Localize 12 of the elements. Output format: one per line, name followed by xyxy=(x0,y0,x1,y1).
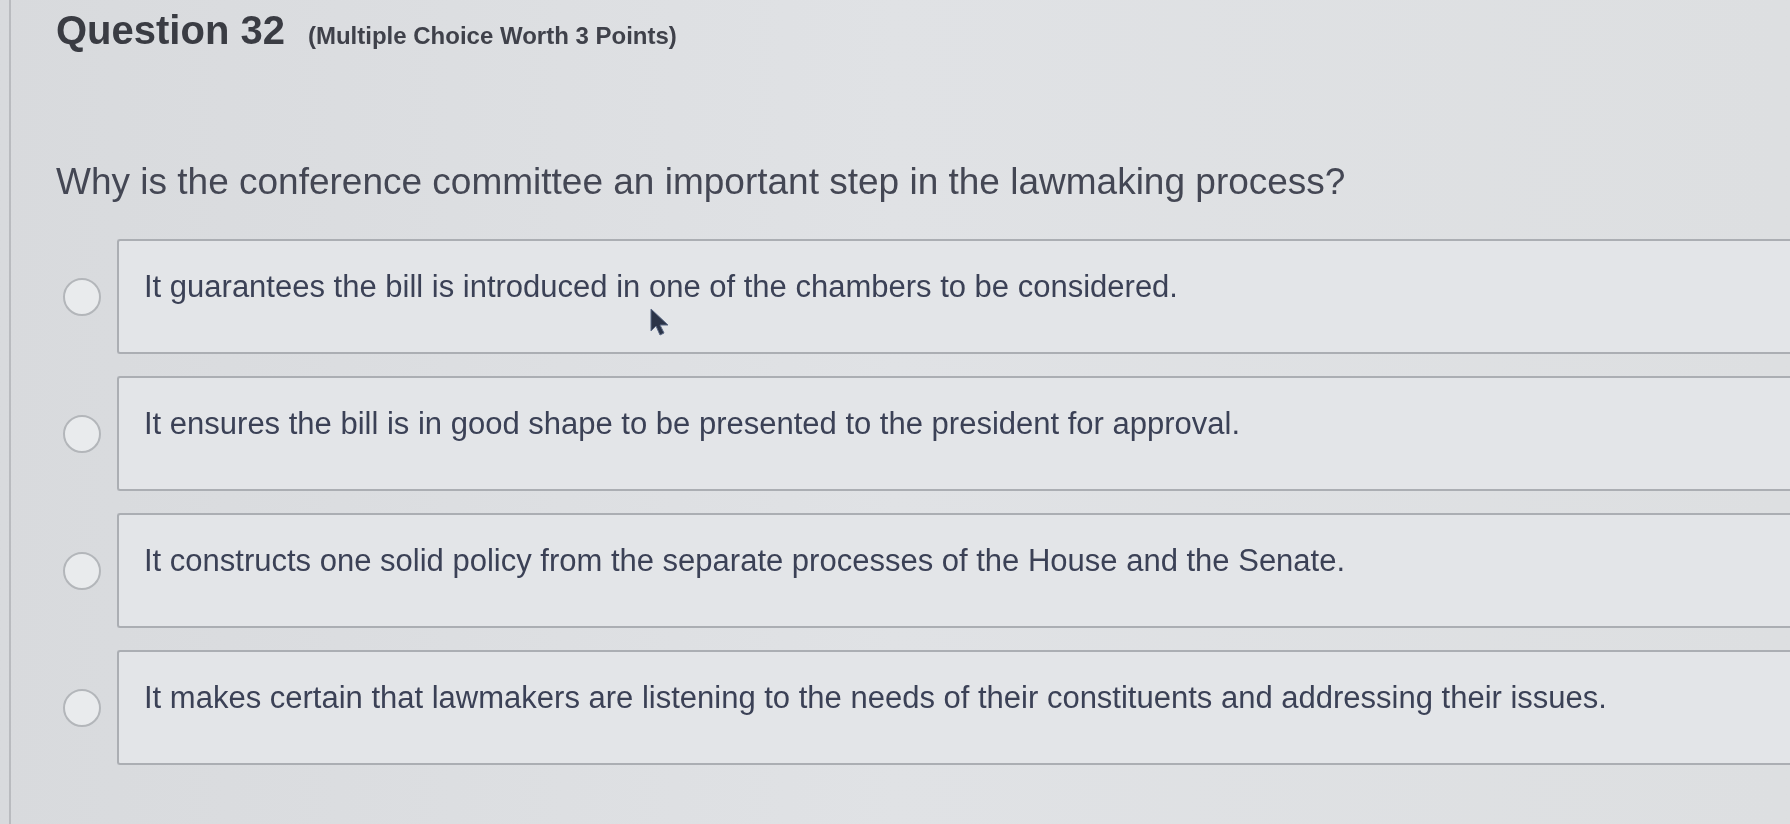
radio-button[interactable] xyxy=(63,688,101,727)
question-prompt: Why is the conference committee an important step in the lawmaking process? xyxy=(56,160,1347,204)
radio-button[interactable] xyxy=(63,414,101,453)
question-type-label: (Multiple Choice Worth 3 Points) xyxy=(307,22,677,50)
mouse-pointer-icon xyxy=(650,308,670,336)
answer-option[interactable]: It constructs one solid policy from the separate processes of the House and the Senate. xyxy=(117,513,1790,628)
answer-option[interactable]: It makes certain that lawmakers are listening to the needs of their constituents and addressing their issues. xyxy=(117,650,1790,765)
answer-option[interactable]: It guarantees the bill is introduced in one of the chambers to be considered. xyxy=(117,239,1790,354)
answer-option[interactable]: It ensures the bill is in good shape to be presented to the president for approval. xyxy=(117,376,1790,491)
radio-button[interactable] xyxy=(63,277,101,316)
question-number: Question 32 xyxy=(56,7,285,54)
radio-button[interactable] xyxy=(63,551,101,590)
